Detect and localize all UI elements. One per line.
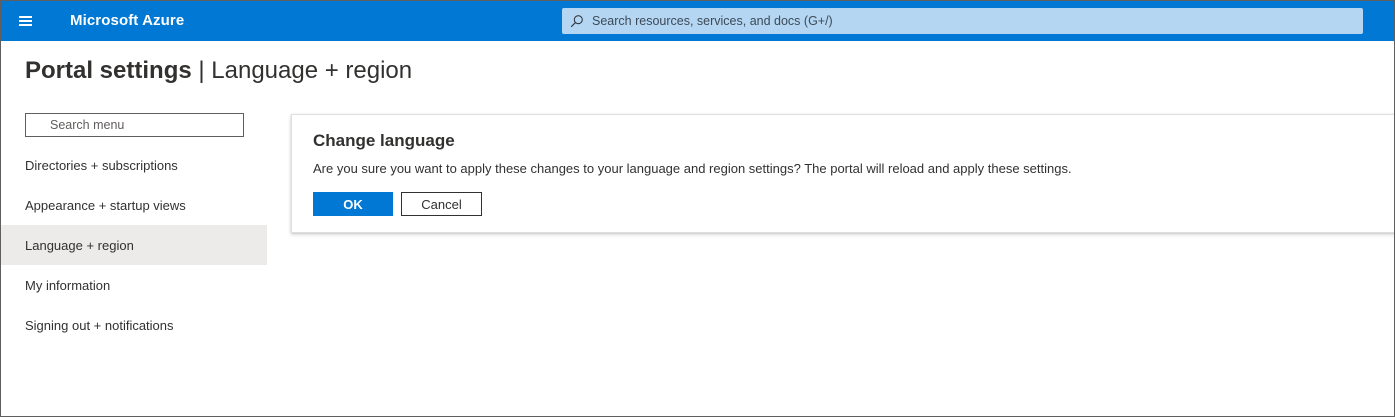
ok-button[interactable]: OK bbox=[313, 192, 393, 216]
menu-item-signing-out-notifications[interactable]: Signing out + notifications bbox=[1, 305, 267, 345]
change-language-dialog: Change language Are you sure you want to… bbox=[291, 114, 1394, 233]
page-title-main: Portal settings bbox=[25, 57, 192, 84]
menu-item-language-region[interactable]: Language + region bbox=[1, 225, 267, 265]
menu-item-label: Signing out + notifications bbox=[25, 318, 174, 333]
menu-item-appearance-startup-views[interactable]: Appearance + startup views bbox=[1, 185, 267, 225]
menu-search-placeholder: Search menu bbox=[50, 118, 125, 132]
menu-item-label: Language + region bbox=[25, 238, 134, 253]
app-window: Microsoft Azure Search resources, servic… bbox=[0, 0, 1395, 417]
global-search-input[interactable]: Search resources, services, and docs (G+… bbox=[562, 8, 1363, 34]
menu-item-label: Appearance + startup views bbox=[25, 198, 186, 213]
menu-item-label: Directories + subscriptions bbox=[25, 158, 178, 173]
page-title: Portal settings | Language + region bbox=[25, 57, 412, 85]
settings-menu: Directories + subscriptions Appearance +… bbox=[1, 145, 267, 345]
top-bar: Microsoft Azure Search resources, servic… bbox=[1, 1, 1394, 41]
dialog-message: Are you sure you want to apply these cha… bbox=[313, 161, 1072, 176]
menu-item-my-information[interactable]: My information bbox=[1, 265, 267, 305]
dialog-title: Change language bbox=[313, 131, 455, 150]
global-search-placeholder: Search resources, services, and docs (G+… bbox=[592, 14, 833, 28]
menu-item-label: My information bbox=[25, 278, 111, 293]
hamburger-icon[interactable] bbox=[15, 13, 37, 29]
brand-title[interactable]: Microsoft Azure bbox=[70, 12, 184, 29]
search-icon bbox=[570, 15, 583, 28]
menu-item-directories-subscriptions[interactable]: Directories + subscriptions bbox=[1, 145, 267, 185]
menu-search-input[interactable]: Search menu bbox=[25, 113, 244, 137]
cancel-button[interactable]: Cancel bbox=[401, 192, 482, 216]
page-title-sub: Language + region bbox=[211, 57, 413, 84]
page-title-separator: | bbox=[198, 57, 205, 84]
